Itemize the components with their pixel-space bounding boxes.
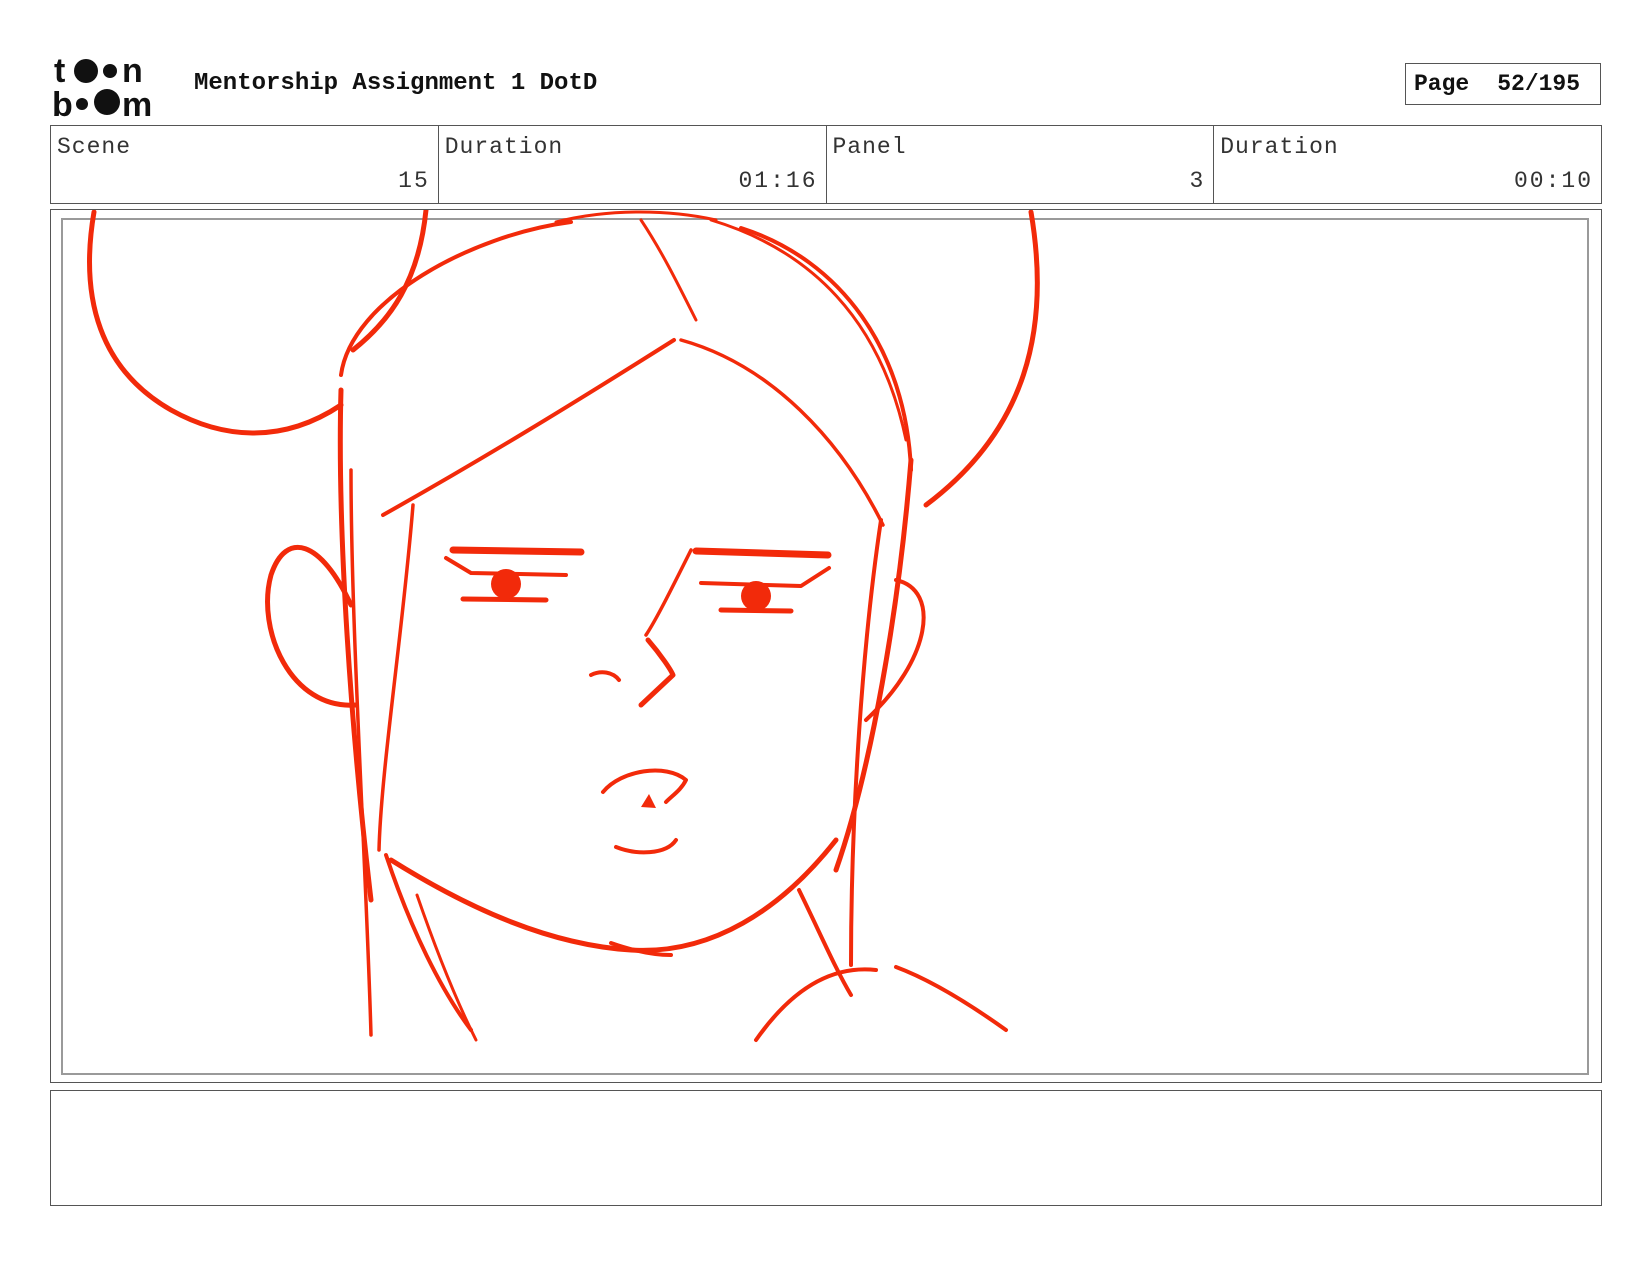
- panel-value: 3: [1189, 168, 1206, 194]
- left-hair-bun: [87, 210, 344, 436]
- left-pupil: [491, 569, 521, 599]
- mouth-inner: [641, 794, 656, 808]
- panel-notes-box[interactable]: [50, 1090, 1602, 1206]
- page-value: 52/195: [1497, 71, 1581, 97]
- shoulder-line: [754, 967, 878, 1042]
- panel-label: Panel: [832, 134, 907, 160]
- scene-duration-label: Duration: [444, 134, 564, 160]
- right-eyebrow: [692, 547, 832, 559]
- scene-label: Scene: [57, 134, 132, 160]
- hair-right-strand-1: [833, 457, 914, 873]
- svg-text:n: n: [122, 52, 143, 90]
- panel-cell: Panel 3: [827, 126, 1215, 203]
- panel-info-row: Scene 15 Duration 01:16 Panel 3 Duration…: [50, 125, 1602, 204]
- left-eye-lower: [460, 596, 549, 603]
- document-title: Mentorship Assignment 1 DotD: [194, 70, 598, 97]
- panel-duration-cell: Duration 00:10: [1214, 126, 1601, 203]
- hair-left-strand-3: [377, 503, 415, 852]
- shoulder-back: [894, 965, 1008, 1032]
- toon-boom-logo-icon: t n b m: [52, 52, 152, 118]
- jaw-line: [388, 837, 839, 953]
- toon-boom-logo: t n b m: [52, 52, 170, 118]
- right-pupil: [741, 581, 771, 611]
- nose-bridge: [644, 548, 693, 637]
- left-eyebrow: [449, 546, 585, 556]
- scene-value: 15: [398, 168, 430, 194]
- panel-duration-label: Duration: [1220, 134, 1339, 160]
- lower-lip: [614, 838, 678, 855]
- svg-text:t: t: [54, 52, 65, 90]
- page-label: Page: [1414, 71, 1470, 97]
- svg-text:b: b: [52, 86, 73, 118]
- nostril: [589, 670, 621, 682]
- upper-lip: [601, 768, 688, 804]
- hair-left-strand-5: [415, 893, 478, 1042]
- character-sketch: [87, 210, 1040, 1042]
- bangs-right: [679, 338, 885, 527]
- storyboard-panel: [50, 209, 1602, 1083]
- right-eye-lid: [699, 566, 831, 588]
- scene-cell: Scene 15: [51, 126, 439, 203]
- head-right-inner: [709, 218, 908, 442]
- head-top-crown: [554, 210, 718, 224]
- hair-right-strand-2: [849, 518, 883, 967]
- panel-duration-value: 00:10: [1513, 168, 1593, 194]
- head-top-outline: [339, 220, 573, 377]
- head-right-outline: [739, 226, 913, 472]
- svg-text:m: m: [122, 86, 152, 118]
- page-indicator: Page 52/195: [1405, 63, 1601, 105]
- nose-tip: [638, 637, 676, 708]
- right-hair-bun: [923, 210, 1040, 508]
- scene-duration-value: 01:16: [738, 168, 818, 194]
- bangs-left: [381, 338, 676, 517]
- scene-duration-cell: Duration 01:16: [439, 126, 827, 203]
- hair-part: [639, 218, 698, 322]
